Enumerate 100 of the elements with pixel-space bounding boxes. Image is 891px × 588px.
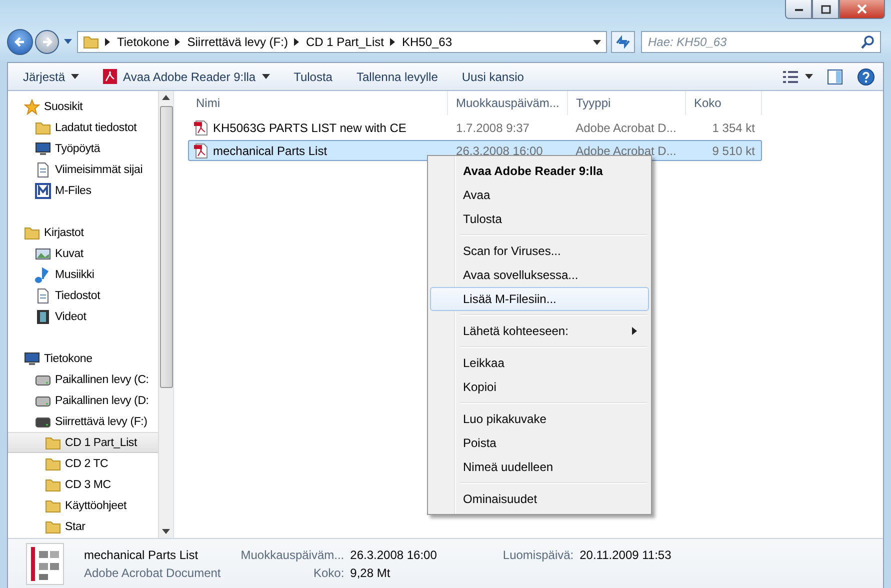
maximize-button[interactable] — [812, 0, 839, 19]
minimize-icon — [794, 6, 804, 12]
history-caret-icon[interactable] — [64, 39, 72, 45]
folder-icon — [45, 498, 61, 514]
folder-icon — [45, 434, 61, 450]
help-button[interactable] — [855, 66, 877, 88]
caret-icon — [805, 74, 813, 79]
menu-item[interactable]: Poista — [430, 431, 649, 455]
sidebar-item[interactable]: Tiedostot — [8, 285, 158, 306]
close-button[interactable] — [839, 0, 885, 19]
chevron-icon — [390, 38, 396, 46]
sidebar-item[interactable]: Suosikit — [8, 96, 158, 117]
column-header[interactable]: Nimi — [188, 91, 448, 115]
back-button[interactable] — [7, 29, 33, 55]
sidebar-item[interactable]: Tietokone — [8, 348, 158, 369]
scroll-down-icon[interactable] — [162, 529, 170, 534]
sidebar-item[interactable]: Paikallinen levy (C: — [8, 369, 158, 390]
menu-item[interactable]: Kopioi — [430, 375, 649, 399]
sidebar-item[interactable]: Paikallinen levy (D: — [8, 390, 158, 411]
toolbar-button[interactable]: Järjestä — [12, 66, 90, 86]
toolbar-button[interactable]: Uusi kansio — [450, 66, 535, 86]
chevron-icon — [294, 38, 300, 46]
minimize-button[interactable] — [785, 0, 812, 19]
menu-item[interactable]: Ominaisuudet — [430, 487, 649, 511]
chevron-icon — [105, 38, 111, 46]
field-value: 20.11.2009 11:53 — [580, 548, 672, 562]
menu-item[interactable]: Avaa sovelluksessa... — [430, 263, 649, 287]
menu-item[interactable]: Lisää M-Filesiin... — [430, 287, 649, 311]
pdf-file-icon — [193, 142, 209, 158]
column-header[interactable]: Tyyppi — [568, 91, 686, 115]
monitor-icon — [24, 350, 40, 366]
folder-icon — [45, 518, 61, 534]
close-icon — [856, 4, 868, 14]
film-icon — [35, 308, 51, 324]
menu-item[interactable]: Scan for Viruses... — [430, 239, 649, 263]
field-label: Muokkauspäiväm... — [240, 548, 344, 562]
breadcrumb-item[interactable]: CD 1 Part_List — [306, 35, 384, 49]
dropdown-caret-icon[interactable] — [593, 40, 601, 44]
music-note-icon — [35, 266, 51, 282]
sidebar-item[interactable]: CD 2 TC — [8, 453, 158, 474]
submenu-arrow-icon — [632, 327, 637, 335]
list-view-icon — [783, 70, 799, 82]
file-row[interactable]: KH5063G PARTS LIST new with CE 1.7.2008 9:37 Adobe Acrobat D... 1 354 kt — [188, 117, 762, 138]
file-type: Adobe Acrobat Document — [84, 566, 221, 580]
menu-item[interactable]: Luo pikakuvake — [430, 407, 649, 431]
field-label: Koko: — [312, 566, 344, 580]
refresh-button[interactable] — [611, 31, 635, 53]
refresh-icon — [615, 35, 631, 49]
sidebar-item[interactable]: Työpöytä — [8, 138, 158, 159]
sidebar-item[interactable]: Käyttöohjeet — [8, 495, 158, 516]
caret-icon — [71, 74, 80, 79]
chevron-icon — [175, 38, 182, 46]
column-header[interactable]: Koko — [686, 91, 762, 115]
toolbar-button[interactable]: Tallenna levylle — [345, 66, 449, 86]
file-name: mechanical Parts List — [84, 548, 198, 562]
menu-item[interactable]: Nimeä uudelleen — [430, 455, 649, 479]
toolbar-button[interactable]: Tulosta — [282, 66, 344, 86]
folder-icon — [83, 35, 99, 49]
field-value: 26.3.2008 16:00 — [350, 548, 437, 562]
search-field[interactable]: Hae: KH50_63 — [641, 31, 881, 53]
sidebar-item[interactable]: Musiikki — [8, 264, 158, 285]
breadcrumb-item[interactable]: Tietokone — [117, 35, 170, 49]
maximize-icon — [820, 4, 830, 14]
document-thumbnail-icon — [26, 542, 64, 584]
sidebar-item[interactable]: Kirjastot — [8, 222, 158, 243]
menu-item[interactable]: Lähetä kohteeseen: — [430, 319, 649, 343]
sidebar-item[interactable]: Viimeisimmät sijai — [8, 159, 158, 180]
menu-item[interactable]: Avaa — [430, 183, 649, 207]
m-letter-icon — [35, 182, 51, 198]
breadcrumb-item[interactable]: Siirrettävä levy (F:) — [187, 35, 288, 49]
column-header[interactable]: Muokkauspäiväm... — [448, 91, 568, 115]
toolbar-button[interactable]: Avaa Adobe Reader 9:lla — [92, 66, 281, 87]
caret-icon — [262, 74, 270, 79]
pdf-file-icon — [193, 120, 209, 136]
document-icon — [35, 288, 51, 304]
sidebar-item[interactable]: Videot — [8, 306, 158, 327]
menu-item[interactable]: Tulosta — [430, 207, 649, 231]
field-value: 9,28 Mt — [350, 566, 392, 580]
sidebar-item[interactable]: M-Files — [8, 180, 158, 201]
sidebar-item[interactable]: Star — [8, 516, 158, 537]
menu-item[interactable]: Leikkaa — [430, 351, 649, 375]
pdf-icon — [103, 69, 118, 84]
scrollbar[interactable] — [158, 91, 173, 538]
help-icon — [857, 68, 875, 86]
star-icon — [24, 98, 40, 114]
sidebar-item[interactable]: Ladatut tiedostot — [8, 117, 158, 138]
sidebar-item[interactable]: CD 1 Part_List — [8, 432, 158, 453]
folder-icon — [45, 476, 61, 492]
folder-icon — [45, 456, 61, 472]
forward-button[interactable] — [35, 30, 59, 54]
field-label: Luomispäivä: — [502, 548, 574, 562]
sidebar-item[interactable]: Siirrettävä levy (F:) — [8, 411, 158, 432]
scroll-up-icon[interactable] — [162, 95, 170, 100]
address-bar[interactable]: Tietokone Siirrettävä levy (F:) CD 1 Part_List KH50_63 — [77, 31, 607, 53]
sidebar-item[interactable]: CD 3 MC — [8, 474, 158, 495]
breadcrumb-item[interactable]: KH50_63 — [402, 35, 452, 49]
search-icon — [861, 35, 875, 49]
sidebar-item[interactable]: Kuvat — [8, 243, 158, 264]
menu-item[interactable]: Avaa Adobe Reader 9:lla — [430, 159, 649, 183]
monitor-icon — [35, 140, 51, 156]
